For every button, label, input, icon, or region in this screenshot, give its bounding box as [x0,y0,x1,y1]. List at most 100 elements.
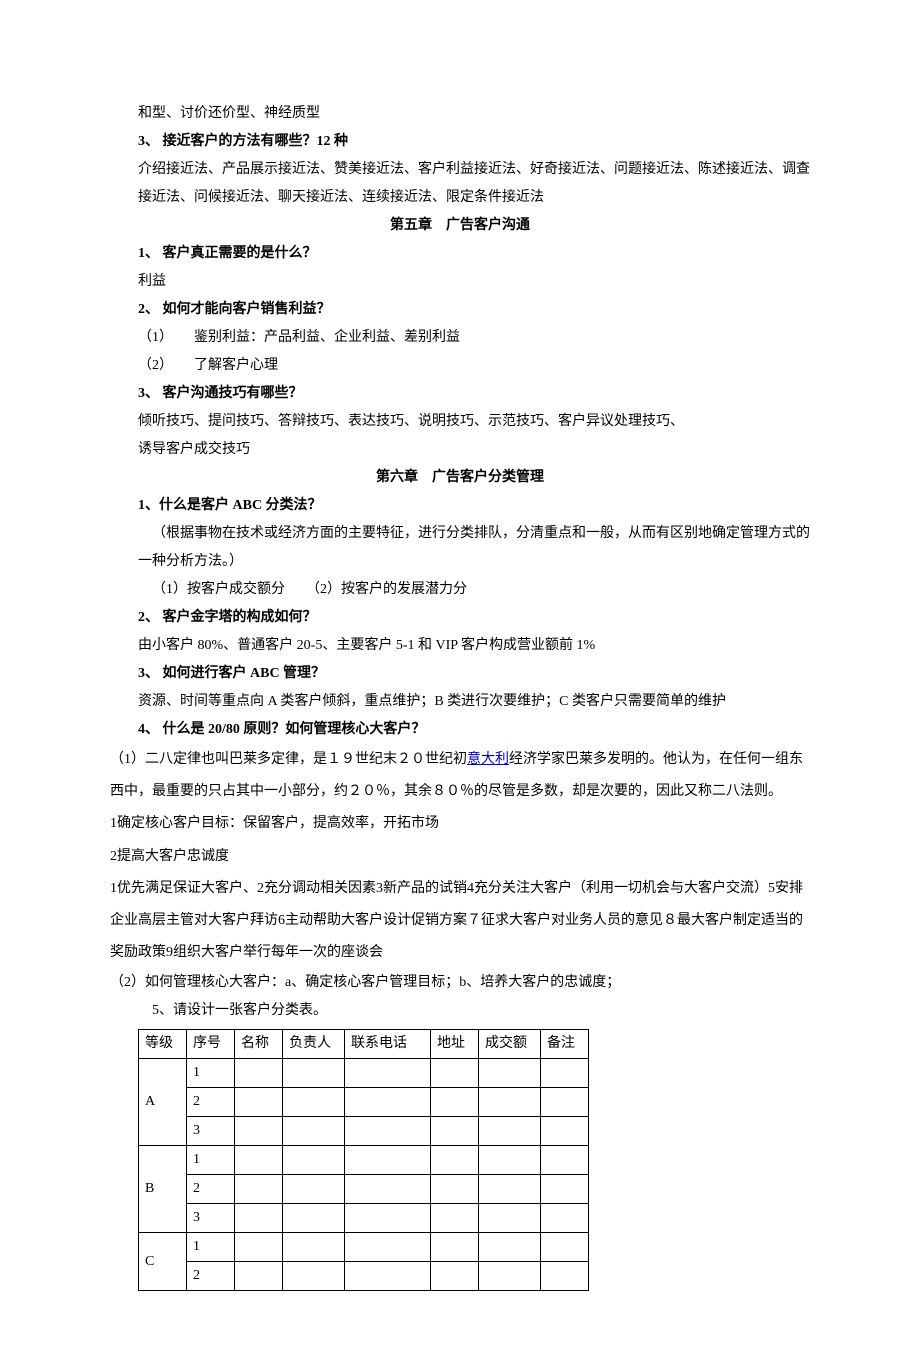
empty-cell [479,1117,541,1146]
empty-cell [283,1262,345,1291]
empty-cell [431,1117,479,1146]
empty-cell [431,1233,479,1262]
empty-cell [283,1175,345,1204]
ch5-q1: 1、 客户真正需要的是什么？ [110,240,810,268]
q3-body: 介绍接近法、产品展示接近法、赞美接近法、客户利益接近法、好奇接近法、问题接近法、… [110,156,810,212]
table-header-cell: 成交额 [479,1030,541,1059]
empty-cell [345,1146,431,1175]
empty-cell [345,1262,431,1291]
seq-cell: 2 [187,1175,235,1204]
ch6-q1: 1、什么是客户 ABC 分类法？ [110,492,810,520]
table-row: 2 [139,1262,589,1291]
empty-cell [541,1262,589,1291]
empty-cell [283,1233,345,1262]
empty-cell [235,1146,283,1175]
empty-cell [541,1204,589,1233]
intro-line: 和型、讨价还价型、神经质型 [110,100,810,128]
empty-cell [541,1117,589,1146]
table-header-cell: 负责人 [283,1030,345,1059]
empty-cell [479,1088,541,1117]
empty-cell [541,1088,589,1117]
table-row: A1 [139,1059,589,1088]
empty-cell [431,1204,479,1233]
table-row: 2 [139,1175,589,1204]
ch6-a4-p1: （1）二八定律也叫巴莱多定律，是１９世纪末２０世纪初意大利经济学家巴莱多发明的。… [110,744,810,808]
ch6-q3: 3、 如何进行客户 ABC 管理？ [110,660,810,688]
ch5-a1: 利益 [110,268,810,296]
empty-cell [541,1146,589,1175]
seq-cell: 3 [187,1204,235,1233]
empty-cell [479,1175,541,1204]
empty-cell [235,1204,283,1233]
ch6-a4-p1-pre: （1）二八定律也叫巴莱多定律，是１９世纪末２０世纪初 [110,752,467,767]
italy-link[interactable]: 意大利 [467,752,509,767]
empty-cell [479,1204,541,1233]
empty-cell [431,1088,479,1117]
ch6-a4-p3: 2提高大客户忠诚度 [110,841,810,873]
empty-cell [345,1059,431,1088]
empty-cell [235,1175,283,1204]
table-header-cell: 名称 [235,1030,283,1059]
table-row: 3 [139,1204,589,1233]
seq-cell: 3 [187,1117,235,1146]
seq-cell: 1 [187,1233,235,1262]
ch5-a3-1: 倾听技巧、提问技巧、答辩技巧、表达技巧、说明技巧、示范技巧、客户异议处理技巧、 [110,408,810,436]
empty-cell [283,1088,345,1117]
table-header-cell: 地址 [431,1030,479,1059]
ch5-a2-2: （2） 了解客户心理 [110,352,810,380]
table-header-cell: 联系电话 [345,1030,431,1059]
empty-cell [345,1204,431,1233]
seq-cell: 2 [187,1088,235,1117]
empty-cell [283,1117,345,1146]
empty-cell [479,1262,541,1291]
table-row: C1 [139,1233,589,1262]
empty-cell [541,1175,589,1204]
grade-cell: C [139,1233,187,1291]
empty-cell [345,1117,431,1146]
classification-table: 等级序号名称负责人联系电话地址成交额备注A123B123C12 [138,1029,589,1291]
seq-cell: 1 [187,1059,235,1088]
ch6-a3: 资源、时间等重点向 A 类客户倾斜，重点维护；B 类进行次要维护；C 类客户只需… [110,688,810,716]
empty-cell [431,1262,479,1291]
ch6-a4-p2: 1确定核心客户目标：保留客户，提高效率，开拓市场 [110,808,810,840]
empty-cell [431,1059,479,1088]
table-header-cell: 备注 [541,1030,589,1059]
ch6-q2: 2、 客户金字塔的构成如何？ [110,604,810,632]
grade-cell: B [139,1146,187,1233]
empty-cell [235,1262,283,1291]
empty-cell [345,1175,431,1204]
table-header-cell: 序号 [187,1030,235,1059]
ch5-q3: 3、 客户沟通技巧有哪些？ [110,380,810,408]
ch5-a2-1: （1） 鉴别利益：产品利益、企业利益、差别利益 [110,324,810,352]
ch6-a4-p4: 1优先满足保证大客户、2充分调动相关因素3新产品的试销4充分关注大客户（利用一切… [110,873,810,970]
empty-cell [235,1059,283,1088]
empty-cell [479,1233,541,1262]
empty-cell [541,1233,589,1262]
q3-title: 3、 接近客户的方法有哪些？12 种 [110,128,810,156]
empty-cell [479,1059,541,1088]
empty-cell [235,1233,283,1262]
empty-cell [345,1233,431,1262]
empty-cell [431,1146,479,1175]
empty-cell [235,1117,283,1146]
chapter6-title: 第六章 广告客户分类管理 [110,464,810,492]
empty-cell [345,1088,431,1117]
table-row: B1 [139,1146,589,1175]
ch6-a1-sub: （1）按客户成交额分 （2）按客户的发展潜力分 [110,576,810,604]
table-row: 3 [139,1117,589,1146]
table-row: 2 [139,1088,589,1117]
empty-cell [283,1204,345,1233]
empty-cell [541,1059,589,1088]
table-header-cell: 等级 [139,1030,187,1059]
ch5-q2: 2、 如何才能向客户销售利益？ [110,296,810,324]
empty-cell [283,1059,345,1088]
ch6-a1: （根据事物在技术或经济方面的主要特征，进行分类排队，分清重点和一般，从而有区别地… [110,520,810,576]
seq-cell: 2 [187,1262,235,1291]
empty-cell [283,1146,345,1175]
ch6-a2: 由小客户 80%、普通客户 20-5、主要客户 5-1 和 VIP 客户构成营业… [110,632,810,660]
empty-cell [235,1088,283,1117]
ch5-a3-2: 诱导客户成交技巧 [110,436,810,464]
ch6-q5: 5、请设计一张客户分类表。 [110,997,810,1025]
empty-cell [431,1175,479,1204]
seq-cell: 1 [187,1146,235,1175]
